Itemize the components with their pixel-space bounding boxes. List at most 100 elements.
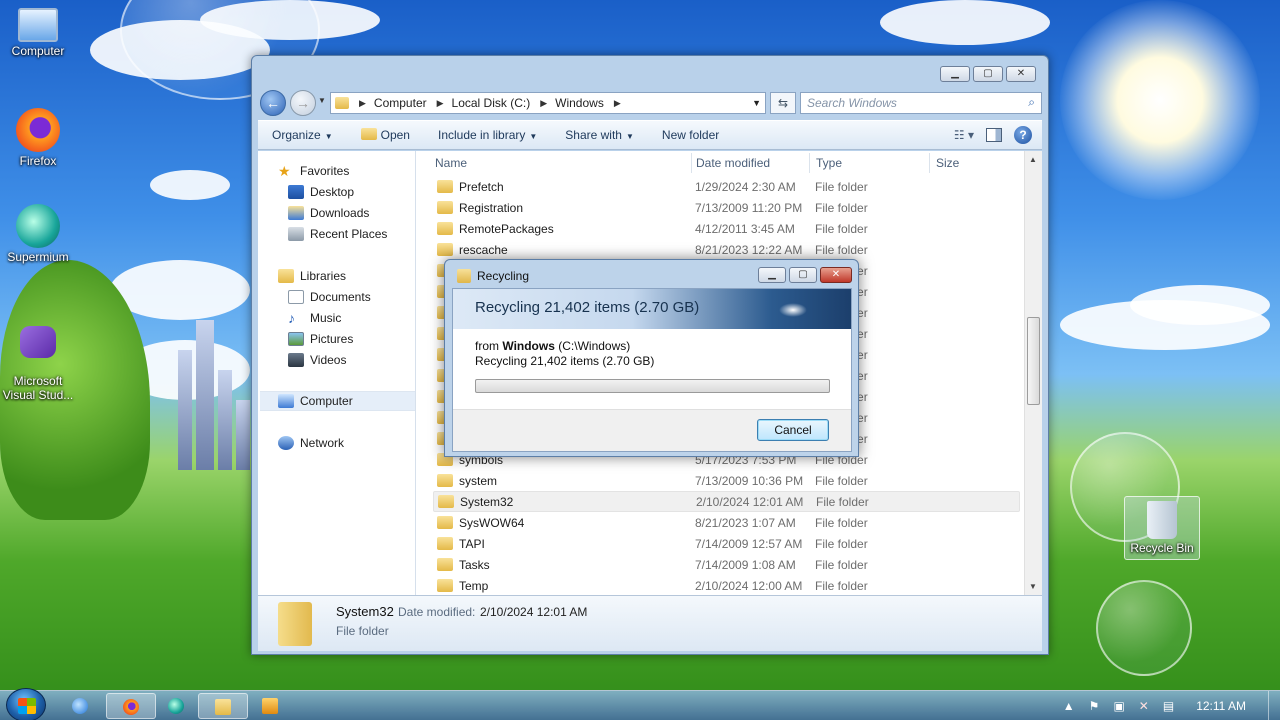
dialog-maximize-button[interactable]: ▢ [789, 267, 817, 283]
preview-pane-icon[interactable] [986, 128, 1002, 142]
scroll-down-icon[interactable]: ▼ [1029, 582, 1037, 591]
taskbar-media-player[interactable] [246, 693, 296, 719]
nav-videos[interactable]: Videos [288, 350, 346, 370]
column-divider[interactable] [691, 153, 692, 173]
desktop-icon-computer[interactable]: Computer [0, 8, 76, 58]
nav-libraries[interactable]: Libraries [278, 266, 346, 286]
table-row[interactable]: TAPI 7/14/2009 12:57 AM File folder [433, 533, 1020, 554]
taskbar-supermium[interactable] [152, 693, 202, 719]
maximize-button[interactable]: ▢ [973, 66, 1003, 82]
refresh-button[interactable]: ⇆ [770, 92, 796, 114]
details-name: System32 [336, 604, 394, 619]
desktop-icon-supermium[interactable]: Supermium [0, 204, 76, 264]
file-type: File folder [815, 578, 868, 593]
taskbar-explorer[interactable] [198, 693, 248, 719]
recent-pages-dropdown[interactable]: ▼ [318, 96, 326, 105]
scroll-up-icon[interactable]: ▲ [1029, 155, 1037, 164]
table-row[interactable]: Registration 7/13/2009 11:20 PM File folde… [433, 197, 1020, 218]
table-row[interactable]: SysWOW64 8/21/2023 1:07 AM File folder [433, 512, 1020, 533]
nav-network[interactable]: Network [278, 433, 344, 453]
desktop-icon [288, 185, 304, 199]
breadcrumb-local-disk[interactable]: Local Disk (C:) [452, 96, 531, 110]
table-row[interactable]: system 7/13/2009 10:36 PM File folder [433, 470, 1020, 491]
new-folder-button[interactable]: New folder [648, 128, 733, 142]
desktop-icon-visual-studio[interactable]: Microsoft Visual Stud... [0, 312, 76, 416]
visual-studio-icon [20, 326, 56, 358]
nav-favorites[interactable]: ★ Favorites [278, 161, 349, 181]
file-type: File folder [815, 557, 868, 572]
search-input[interactable]: Search Windows ⌕ [800, 92, 1042, 114]
recent-places-icon [288, 227, 304, 241]
dialog-heading: Recycling 21,402 items (2.70 GB) [475, 299, 700, 316]
file-name: System32 [460, 494, 514, 509]
folder-icon [437, 516, 453, 529]
chevron-down-icon: ▼ [529, 132, 538, 141]
column-divider[interactable] [929, 153, 930, 173]
network-icon[interactable]: ▣ [1113, 699, 1124, 713]
share-with-button[interactable]: Share with ▼ [551, 128, 648, 142]
chevron-down-icon: ▼ [625, 132, 634, 141]
minimize-button[interactable]: ▁ [940, 66, 970, 82]
window-controls: ▁ ▢ ✕ [940, 66, 1036, 82]
show-desktop-button[interactable] [1268, 691, 1280, 720]
table-row[interactable]: Tasks 7/14/2009 1:08 AM File folder [433, 554, 1020, 575]
nav-recent-places[interactable]: Recent Places [288, 224, 387, 244]
file-type: File folder [815, 536, 868, 551]
table-row[interactable]: System32 2/10/2024 12:01 AM File folder [433, 491, 1020, 512]
back-button[interactable]: ← [260, 90, 286, 116]
nav-documents[interactable]: Documents [288, 287, 371, 307]
column-type[interactable]: Type [816, 156, 842, 170]
start-button[interactable] [6, 688, 46, 720]
breadcrumb-separator[interactable]: ▶ [614, 98, 621, 109]
column-date-modified[interactable]: Date modified [696, 156, 770, 170]
forward-button[interactable]: → [290, 90, 316, 116]
recycle-bin-icon [1147, 501, 1177, 539]
table-row[interactable]: Prefetch 1/29/2024 2:30 AM File folder [433, 176, 1020, 197]
table-row[interactable]: RemotePackages 4/12/2011 3:45 AM File fold… [433, 218, 1020, 239]
dialog-close-button[interactable]: ✕ [820, 267, 852, 283]
address-dropdown-icon[interactable]: ▼ [752, 98, 761, 108]
open-button[interactable]: Open [347, 128, 424, 142]
include-in-library-button[interactable]: Include in library ▼ [424, 128, 551, 142]
power-icon[interactable]: ▤ [1163, 699, 1174, 713]
clock[interactable]: 12:11 AM [1196, 699, 1246, 713]
breadcrumb-computer[interactable]: Computer [374, 96, 427, 110]
dialog-minimize-button[interactable]: ▁ [758, 267, 786, 283]
show-hidden-icons-icon[interactable]: ▲ [1063, 699, 1075, 713]
vertical-scrollbar[interactable]: ▲ ▼ [1024, 151, 1042, 595]
breadcrumb-windows[interactable]: Windows [555, 96, 604, 110]
nav-computer[interactable]: Computer [260, 391, 415, 411]
file-date: 2/10/2024 12:01 AM [696, 494, 804, 509]
column-name[interactable]: Name [435, 156, 467, 170]
address-bar[interactable]: ▶ Computer ▶ Local Disk (C:) ▶ Windows ▶… [330, 92, 766, 114]
nav-pictures[interactable]: Pictures [288, 329, 353, 349]
nav-downloads[interactable]: Downloads [288, 203, 369, 223]
folder-icon [437, 558, 453, 571]
close-button[interactable]: ✕ [1006, 66, 1036, 82]
action-center-flag-icon[interactable]: ⚑ [1089, 699, 1100, 713]
column-divider[interactable] [809, 153, 810, 173]
nav-label: Downloads [310, 206, 370, 220]
volume-muted-icon[interactable]: ✕ [1139, 699, 1149, 713]
breadcrumb-separator[interactable]: ▶ [359, 98, 366, 109]
taskbar-firefox[interactable] [106, 693, 156, 719]
table-row[interactable]: Temp 2/10/2024 12:00 AM File folder [433, 575, 1020, 595]
cancel-button[interactable]: Cancel [757, 419, 829, 441]
change-view-icon[interactable]: ☷ ▾ [954, 128, 974, 142]
table-row[interactable]: rescache 8/21/2023 12:22 AM File folder [433, 239, 1020, 260]
nav-desktop[interactable]: Desktop [288, 182, 354, 202]
breadcrumb-separator[interactable]: ▶ [437, 98, 444, 109]
desktop-icon-recycle-bin[interactable]: Recycle Bin [1124, 496, 1200, 560]
desktop-icon-firefox[interactable]: Firefox [0, 108, 76, 168]
scrollbar-thumb[interactable] [1027, 317, 1040, 405]
taskbar-internet-explorer[interactable] [56, 693, 106, 719]
help-icon[interactable]: ? [1014, 126, 1032, 144]
organize-button[interactable]: Organize ▼ [258, 128, 347, 142]
breadcrumb-separator[interactable]: ▶ [540, 98, 547, 109]
column-size[interactable]: Size [936, 156, 959, 170]
nav-music[interactable]: ♪ Music [288, 308, 341, 328]
music-icon: ♪ [288, 310, 295, 326]
search-placeholder: Search Windows [807, 96, 897, 110]
star-icon: ★ [278, 163, 291, 179]
file-date: 7/13/2009 10:36 PM [695, 473, 804, 488]
